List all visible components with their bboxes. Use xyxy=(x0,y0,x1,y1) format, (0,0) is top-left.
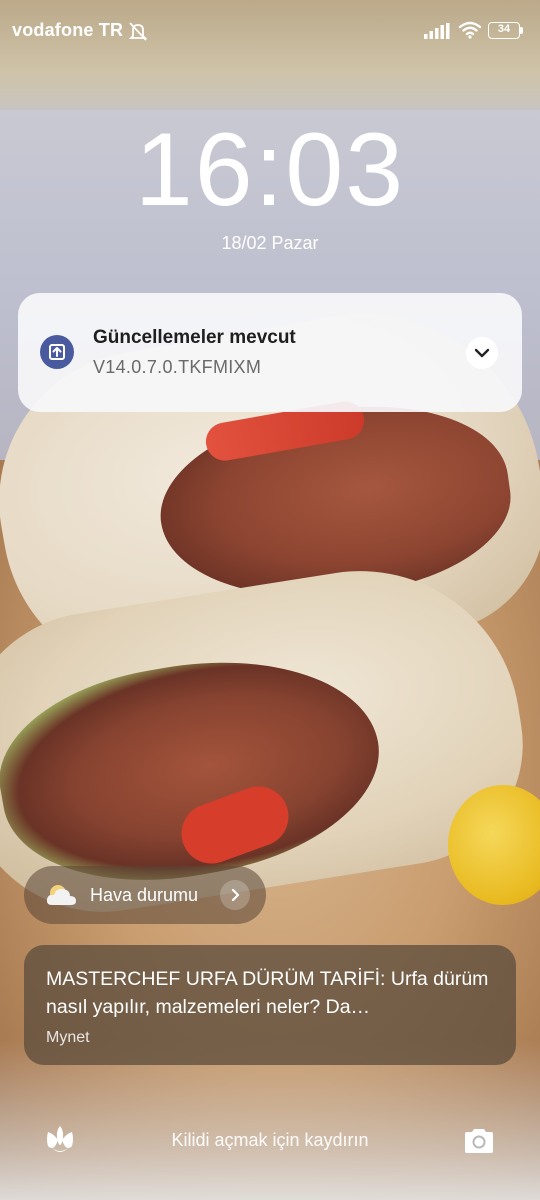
battery-level: 34 xyxy=(497,23,511,35)
news-card[interactable]: MASTERCHEF URFA DÜRÜM TARİFİ: Urfa dürüm… xyxy=(24,945,516,1065)
expand-notification-button[interactable] xyxy=(466,337,498,369)
lock-clock: 16:03 xyxy=(134,112,406,228)
chevron-right-icon xyxy=(231,888,240,902)
weather-label: Hava durumu xyxy=(90,885,199,905)
status-bar: vodafone TR 34 xyxy=(0,0,540,62)
unlock-hint: Kilidi açmak için kaydırın xyxy=(171,1130,369,1150)
notification-subtitle: V14.0.7.0.TKFMIXM xyxy=(93,357,262,377)
camera-icon[interactable] xyxy=(462,1126,496,1156)
lock-date: 18/02 Pazar xyxy=(221,233,319,253)
news-headline: MASTERCHEF URFA DÜRÜM TARİFİ: Urfa dürüm… xyxy=(46,968,489,1018)
cloud-icon xyxy=(46,885,76,905)
weather-widget[interactable]: Hava durumu xyxy=(24,866,266,924)
carrier-name: vodafone TR xyxy=(12,20,124,40)
weather-open-button[interactable] xyxy=(220,880,250,910)
update-notification[interactable]: Güncellemeler mevcut V14.0.7.0.TKFMIXM xyxy=(18,293,522,412)
news-source: Mynet xyxy=(46,1029,90,1046)
upload-arrow-icon xyxy=(40,335,74,369)
mute-icon xyxy=(128,22,148,41)
wifi-icon xyxy=(458,21,482,39)
chevron-down-icon xyxy=(474,348,490,358)
battery-icon: 34 xyxy=(488,22,524,39)
signal-icon xyxy=(424,23,450,39)
notification-title: Güncellemeler mevcut xyxy=(93,327,296,348)
